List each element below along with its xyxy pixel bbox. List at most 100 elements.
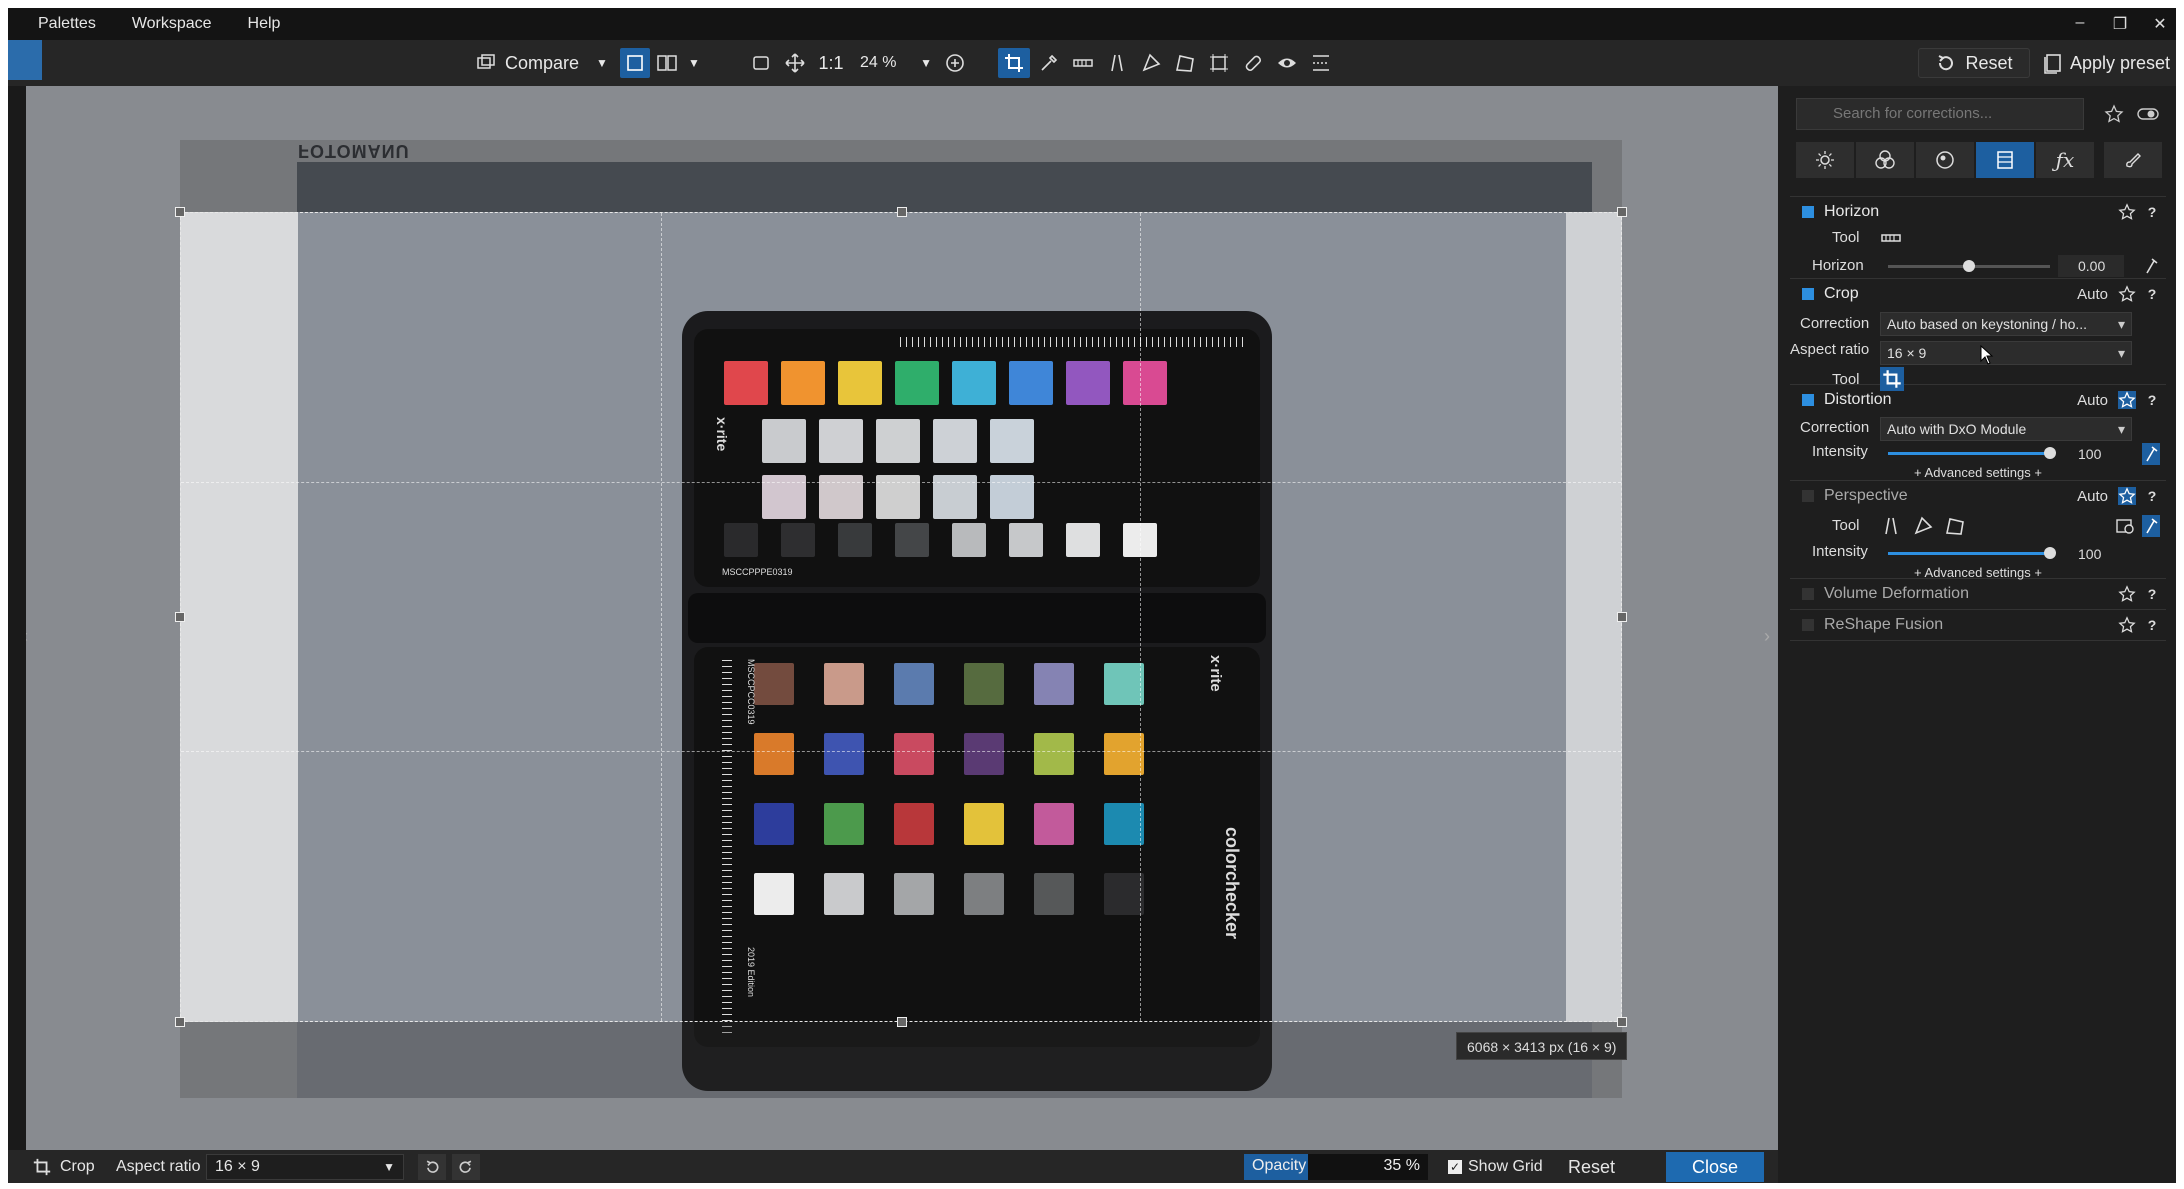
restore-button[interactable]: ❐ (2108, 14, 2132, 34)
crop-rectangle[interactable] (175, 207, 1627, 1027)
view-mode-dropdown-icon[interactable]: ▼ (684, 48, 704, 78)
tab-color[interactable] (1856, 142, 1914, 178)
palette-toggle-button[interactable] (8, 40, 42, 80)
star-icon[interactable] (2118, 391, 2136, 409)
crop-handle-top-left[interactable] (175, 207, 185, 217)
reshape-fusion-header[interactable]: ReShape Fusion ? (1790, 610, 2166, 640)
distortion-correction-select[interactable]: Auto with DxO Module ▾ (1880, 417, 2132, 441)
red-eye-button[interactable] (1272, 48, 1302, 78)
tab-local-adjustments[interactable] (2104, 142, 2162, 178)
favorites-star-icon[interactable] (2104, 104, 2124, 124)
crop-enable-checkbox[interactable] (1802, 288, 1814, 300)
white-balance-picker-button[interactable] (1034, 48, 1064, 78)
star-icon[interactable] (2118, 585, 2136, 603)
perspective-intensity-input[interactable]: 100 (2058, 543, 2124, 565)
horizon-slider-knob[interactable] (1963, 260, 1975, 272)
distortion-intensity-input[interactable]: 100 (2058, 443, 2124, 465)
reset-button[interactable]: Reset (1918, 48, 2030, 78)
tab-geometry[interactable] (1976, 142, 2034, 178)
distortion-auto-picker-icon[interactable] (2142, 443, 2160, 465)
crop-handle-bottom-left[interactable] (175, 1017, 185, 1027)
crop-handle-right[interactable] (1617, 612, 1627, 622)
perspective-rect-icon[interactable] (1944, 515, 1966, 537)
search-corrections-input[interactable]: Search for corrections... (1796, 98, 2084, 130)
reshape-fusion-enable-checkbox[interactable] (1802, 619, 1814, 631)
crop-handle-left[interactable] (175, 612, 185, 622)
perspective-enable-checkbox[interactable] (1802, 490, 1814, 502)
horizon-header[interactable]: Horizon ? (1790, 197, 2166, 227)
horizontal-perspective-button[interactable] (1136, 48, 1166, 78)
distortion-intensity-knob[interactable] (2044, 447, 2056, 459)
crop-tool-button[interactable] (998, 48, 1030, 78)
rotate-right-button[interactable] (452, 1154, 480, 1180)
perspective-intensity-slider[interactable] (1888, 547, 2056, 559)
perspective-header[interactable]: Perspective Auto ? (1790, 481, 2166, 511)
star-icon[interactable] (2118, 203, 2136, 221)
move-button[interactable] (780, 48, 810, 78)
horizon-value-input[interactable]: 0.00 (2058, 255, 2124, 277)
menu-palettes[interactable]: Palettes (8, 15, 114, 33)
tab-detail[interactable] (1916, 142, 1974, 178)
rectangle-perspective-button[interactable] (1170, 48, 1200, 78)
perspective-intensity-knob[interactable] (2044, 547, 2056, 559)
help-icon[interactable]: ? (2144, 392, 2160, 408)
collapse-left-icon[interactable]: ‹ (26, 626, 28, 647)
zoom-in-button[interactable] (940, 48, 970, 78)
eight-point-button[interactable] (1204, 48, 1234, 78)
crop-close-button[interactable]: Close (1666, 1152, 1764, 1182)
star-icon[interactable] (2118, 616, 2136, 634)
tab-light[interactable] (1796, 142, 1854, 178)
horizon-auto-picker-icon[interactable] (2142, 255, 2160, 277)
crop-header[interactable]: Crop Auto ? (1790, 279, 2166, 309)
compare-dropdown-icon[interactable]: ▼ (592, 48, 612, 78)
zoom-1to1-button[interactable]: 1:1 (814, 48, 848, 78)
crop-correction-select[interactable]: Auto based on keystoning / ho... ▾ (1880, 312, 2132, 336)
volume-deformation-enable-checkbox[interactable] (1802, 588, 1814, 600)
apply-preset-button[interactable]: Apply preset (2038, 48, 2174, 78)
star-icon[interactable] (2118, 285, 2136, 303)
split-view-button[interactable] (652, 48, 682, 78)
show-grid-toggle[interactable]: ✓ Show Grid (1448, 1154, 1543, 1180)
horizon-enable-checkbox[interactable] (1802, 206, 1814, 218)
star-icon[interactable] (2118, 487, 2136, 505)
help-icon[interactable]: ? (2144, 617, 2160, 633)
compare-button[interactable]: Compare (462, 48, 592, 78)
aspect-ratio-select[interactable]: 16 × 9 ▼ (206, 1154, 404, 1180)
perspective-auto-picker-icon[interactable] (2142, 515, 2160, 537)
perspective-reset-icon[interactable] (2114, 515, 2136, 537)
volume-deformation-header[interactable]: Volume Deformation ? (1790, 579, 2166, 609)
menu-workspace[interactable]: Workspace (114, 15, 230, 33)
vertical-perspective-button[interactable] (1102, 48, 1132, 78)
crop-aspect-select[interactable]: 16 × 9 ▾ (1880, 341, 2132, 365)
help-icon[interactable]: ? (2144, 204, 2160, 220)
minimize-button[interactable]: – (2068, 14, 2092, 32)
close-window-button[interactable]: ✕ (2148, 14, 2172, 34)
single-view-button[interactable] (620, 48, 650, 78)
crop-reset-button[interactable]: Reset (1568, 1154, 1615, 1180)
distortion-header[interactable]: Distortion Auto ? (1790, 385, 2166, 415)
horizon-slider[interactable] (1888, 260, 2050, 272)
rotate-left-button[interactable] (418, 1154, 446, 1180)
show-grid-checkbox[interactable]: ✓ (1448, 1160, 1462, 1174)
menu-help[interactable]: Help (230, 15, 299, 33)
repair-tool-button[interactable] (1238, 48, 1268, 78)
crop-handle-bottom[interactable] (897, 1017, 907, 1027)
help-icon[interactable]: ? (2144, 488, 2160, 504)
collapse-right-icon[interactable]: › (1764, 626, 1770, 647)
distortion-enable-checkbox[interactable] (1802, 394, 1814, 406)
horizon-tool-icon[interactable] (1880, 227, 1902, 249)
horizon-tool-button[interactable] (1068, 48, 1098, 78)
grid-guides-button[interactable] (1306, 48, 1336, 78)
tab-effects[interactable]: ƒx (2036, 142, 2094, 178)
image-viewer[interactable]: FOTOMANU x·rite MSCCPPPE0319 x·rite colo… (26, 86, 1778, 1150)
fit-screen-button[interactable] (746, 48, 776, 78)
crop-handle-bottom-right[interactable] (1617, 1017, 1627, 1027)
perspective-vertical-icon[interactable] (1880, 515, 1902, 537)
crop-handle-top[interactable] (897, 207, 907, 217)
help-icon[interactable]: ? (2144, 286, 2160, 302)
toggle-icon[interactable] (2136, 104, 2160, 124)
opacity-slider[interactable]: Opacity 35 % (1244, 1154, 1428, 1180)
zoom-select[interactable]: 24 % ▼ (860, 48, 932, 78)
perspective-horizontal-icon[interactable] (1912, 515, 1934, 537)
help-icon[interactable]: ? (2144, 586, 2160, 602)
